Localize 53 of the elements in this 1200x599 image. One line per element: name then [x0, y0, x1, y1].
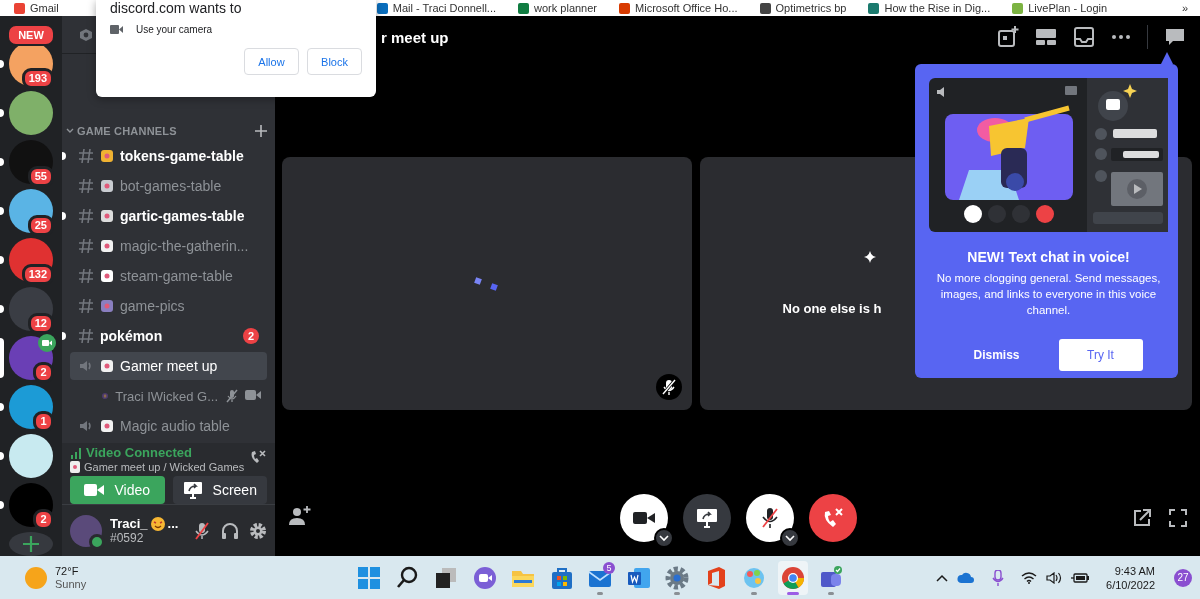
mention-badge: 132	[21, 264, 54, 285]
bookmark-link[interactable]: How the Rise in Dig...	[884, 0, 991, 16]
new-badge: NEW	[7, 24, 55, 46]
channel-title: r meet up	[381, 28, 449, 46]
channel-item[interactable]: steam-game-table	[70, 262, 267, 290]
more-bookmarks-button[interactable]: »	[1181, 0, 1188, 16]
dismiss-button[interactable]: Dismiss	[954, 339, 1039, 371]
channel-item[interactable]: game-pics	[70, 292, 267, 320]
bookmark-link[interactable]: Mail - Traci Donnell...	[392, 0, 497, 16]
try-it-button[interactable]: Try It	[1058, 339, 1143, 371]
connection-status: Video Connected	[86, 445, 192, 460]
bookmark-link[interactable]: Microsoft Office Ho...	[635, 0, 738, 16]
user-tag: #0592	[110, 531, 179, 545]
block-button[interactable]: Block	[307, 48, 362, 75]
mention-badge: 2	[243, 328, 259, 344]
app-badge: 5	[603, 561, 615, 574]
dialog-title: discord.com wants to	[110, 0, 243, 17]
connection-location: Gamer meet up / Wicked Games	[84, 461, 245, 473]
clock-time[interactable]: 9:43 AM	[1106, 563, 1155, 578]
popup-description: No more clogging general. Send messages, images, and links to everyone in this voice channel.	[935, 271, 1162, 318]
taskbar-app[interactable]: 5	[585, 560, 615, 595]
channel-item[interactable]: pokémon 2	[70, 322, 267, 350]
screen-button[interactable]: Screen	[172, 476, 267, 504]
channel-item[interactable]: bot-games-table	[70, 172, 267, 200]
member-name: Traci IWicked G...	[115, 388, 218, 404]
channel-item[interactable]: Gamer meet up	[70, 352, 267, 380]
bookmark-link[interactable]: LivePlan - Login	[1028, 0, 1108, 16]
channel-item[interactable]: Magic audio table	[70, 412, 267, 440]
channel-item[interactable]: tokens-game-table	[70, 142, 267, 170]
username: Traci_	[110, 516, 148, 531]
allow-button[interactable]: Allow	[244, 48, 299, 75]
bookmark-link[interactable]: Optimetrics bp	[775, 0, 847, 16]
mention-badge: 12	[27, 313, 54, 334]
weather-condition[interactable]: Sunny	[55, 577, 87, 591]
notification-badge[interactable]: 27	[1174, 568, 1192, 587]
username-more: ...	[167, 516, 179, 531]
voice-member[interactable]: Traci IWicked G...	[102, 382, 267, 410]
channel-item[interactable]: gartic-games-table	[70, 202, 267, 230]
empty-tile-message: No one else is h	[782, 301, 882, 316]
popup-heading: NEW! Text chat in voice!	[967, 248, 1130, 266]
mention-badge: 193	[21, 68, 54, 89]
permission-request: Use your camera	[136, 24, 213, 35]
mention-badge: 55	[27, 166, 54, 187]
mention-badge: 1	[33, 411, 54, 432]
mention-badge: 2	[33, 362, 54, 383]
bookmark-link[interactable]: Gmail	[30, 0, 59, 16]
bookmark-link[interactable]: work planner	[534, 0, 598, 16]
weather-temperature[interactable]: 72°F	[55, 564, 87, 578]
clock-date[interactable]: 6/10/2022	[1106, 577, 1155, 592]
category-label[interactable]: GAME CHANNELS	[77, 125, 177, 137]
mention-badge: 25	[27, 215, 54, 236]
mention-badge: 2	[33, 509, 54, 530]
channel-item[interactable]: magic-the-gatherin...	[70, 232, 267, 260]
